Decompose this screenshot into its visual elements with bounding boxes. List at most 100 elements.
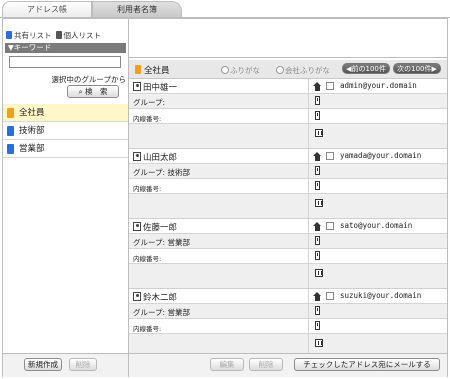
group-value: 営業部 — [167, 308, 190, 317]
contact-name-row: 山田太郎 yamada@your.domain — [129, 149, 447, 164]
sort-company-furigana-radio[interactable]: 会社ふりがな — [276, 65, 330, 76]
group-item-engineering[interactable]: 技術部 — [3, 122, 128, 140]
fax-icon — [315, 129, 323, 137]
contact-name[interactable]: 鈴木二郎 — [133, 291, 177, 303]
group-delete-button[interactable]: 削除 — [69, 358, 97, 371]
group-label: 営業部 — [19, 144, 45, 154]
phone-icon — [315, 111, 320, 120]
email-cell: sato@your.domain — [313, 219, 447, 234]
contact-group-row: グループ: 技術部 — [129, 164, 447, 179]
sort-furigana-radio[interactable]: ふりがな — [221, 65, 260, 76]
fax-cell — [313, 334, 447, 349]
group-value: 技術部 — [167, 168, 190, 177]
list-title-text: 全社員 — [144, 66, 170, 76]
contact-card: 山田太郎 yamada@your.domain グループ: 技術部 内線番号: — [129, 149, 447, 219]
radio-circle — [221, 66, 229, 74]
ext-cell: 内線番号: — [129, 319, 309, 333]
group-cell: グループ: 技術部 — [129, 164, 309, 178]
tab-user-directory[interactable]: 利用者名簿 — [92, 1, 182, 17]
group-label: 技術部 — [19, 126, 45, 136]
contact-name-row: 鈴木二郎 suzuki@your.domain — [129, 289, 447, 304]
tab-address-book[interactable]: アドレス帳 — [2, 1, 92, 17]
contact-card: 鈴木二郎 suzuki@your.domain グループ: 営業部 内線番号: — [129, 289, 447, 359]
search-button[interactable]: ⌕ 検 索 — [67, 85, 119, 98]
next-page-button[interactable]: 次の100件▶ — [393, 63, 441, 74]
contact-email[interactable]: admin@your.domain — [340, 81, 417, 90]
blank-cell — [129, 194, 309, 218]
phone-cell — [313, 319, 447, 334]
home-icon — [313, 222, 322, 231]
ext-label: 内線番号: — [133, 255, 162, 263]
edit-button[interactable]: 編集 — [210, 358, 244, 371]
contact-ext-row: 内線番号: — [129, 179, 447, 194]
keyword-header: ▼キーワード — [5, 43, 126, 53]
personal-list-link[interactable]: 個人リスト — [55, 30, 102, 41]
group-cell: グループ: — [129, 94, 309, 108]
content-footer: 編集 削除 チェックしたアドレス宛にメールする — [129, 353, 447, 377]
mobile-cell — [313, 304, 447, 319]
keyword-input[interactable] — [9, 56, 121, 68]
person-icon — [133, 292, 141, 301]
email-checkbox[interactable] — [326, 152, 334, 160]
fax-cell — [313, 264, 447, 279]
group-label: グループ: 営業部 — [133, 237, 190, 248]
list-links: 共有リスト 個人リスト — [6, 29, 101, 41]
email-checkbox[interactable] — [326, 292, 334, 300]
contact-card: 佐藤一郎 sato@your.domain グループ: 営業部 内線番号: — [129, 219, 447, 289]
prev-label: 前の100件 — [351, 65, 386, 73]
fax-cell — [313, 194, 447, 209]
contact-name-row: 田中雄一 admin@your.domain — [129, 79, 447, 94]
main-frame: 共有リスト 個人リスト ▼キーワード 選択中のグループから ⌕ 検 索 全社員 … — [2, 18, 448, 377]
delete-button[interactable]: 削除 — [249, 358, 283, 371]
contact-ext-row: 内線番号: — [129, 109, 447, 124]
email-checkbox[interactable] — [326, 82, 334, 90]
phone-cell — [313, 179, 447, 194]
email-cell: yamada@your.domain — [313, 149, 447, 164]
mobile-phone-icon — [315, 96, 320, 105]
list-title: 全社員 — [135, 64, 170, 76]
name-cell: 佐藤一郎 — [129, 219, 309, 233]
contact-name[interactable]: 佐藤一郎 — [133, 221, 177, 233]
contact-card: 田中雄一 admin@your.domain グループ: 内線番号: — [129, 79, 447, 149]
new-button[interactable]: 新規作成 — [24, 358, 62, 371]
phone-icon — [315, 321, 320, 330]
email-checkbox[interactable] — [326, 222, 334, 230]
book-icon — [55, 30, 62, 39]
group-icon — [7, 144, 14, 154]
home-icon — [313, 292, 322, 301]
shared-list-link[interactable]: 共有リスト — [6, 30, 52, 41]
contact-email[interactable]: suzuki@your.domain — [340, 291, 421, 300]
list-header: 全社員 ふりがな 会社ふりがな ◀前の100件 次の100件▶ — [129, 60, 447, 79]
group-filter-label: 選択中のグループから — [51, 75, 126, 84]
contact-name[interactable]: 山田太郎 — [133, 151, 177, 163]
sidebar: 共有リスト 個人リスト ▼キーワード 選択中のグループから ⌕ 検 索 全社員 … — [3, 19, 129, 377]
group-label-text: グループ: — [133, 238, 166, 247]
group-label: グループ: 技術部 — [133, 167, 190, 178]
contact-ext-row: 内線番号: — [129, 249, 447, 264]
group-item-sales[interactable]: 営業部 — [3, 140, 128, 158]
mobile-cell — [313, 234, 447, 249]
name-cell: 山田太郎 — [129, 149, 309, 163]
mail-checked-button[interactable]: チェックしたアドレス宛にメールする — [294, 358, 440, 371]
ext-cell: 内線番号: — [129, 249, 309, 263]
chevron-right-icon: ▶ — [431, 65, 437, 73]
contact-name[interactable]: 田中雄一 — [133, 81, 177, 93]
contact-email[interactable]: yamada@your.domain — [340, 151, 421, 160]
phone-icon — [315, 181, 320, 190]
contact-group-row: グループ: 営業部 — [129, 234, 447, 249]
contact-ext-row: 内線番号: — [129, 319, 447, 334]
phone-cell — [313, 249, 447, 264]
prev-page-button[interactable]: ◀前の100件 — [342, 63, 390, 74]
group-label-text: グループ: — [133, 168, 166, 177]
blank-cell — [129, 124, 309, 148]
contact-email[interactable]: sato@your.domain — [340, 221, 412, 230]
group-item-all[interactable]: 全社員 — [3, 104, 128, 122]
group-icon — [135, 65, 141, 74]
name-cell: 田中雄一 — [129, 79, 309, 93]
personal-list-label: 個人リスト — [63, 30, 102, 40]
tab-bar: アドレス帳 利用者名簿 — [0, 0, 450, 18]
group-value: 営業部 — [167, 238, 190, 247]
message-area — [129, 19, 447, 58]
ext-label: 内線番号: — [133, 325, 162, 333]
fax-icon — [315, 269, 323, 277]
